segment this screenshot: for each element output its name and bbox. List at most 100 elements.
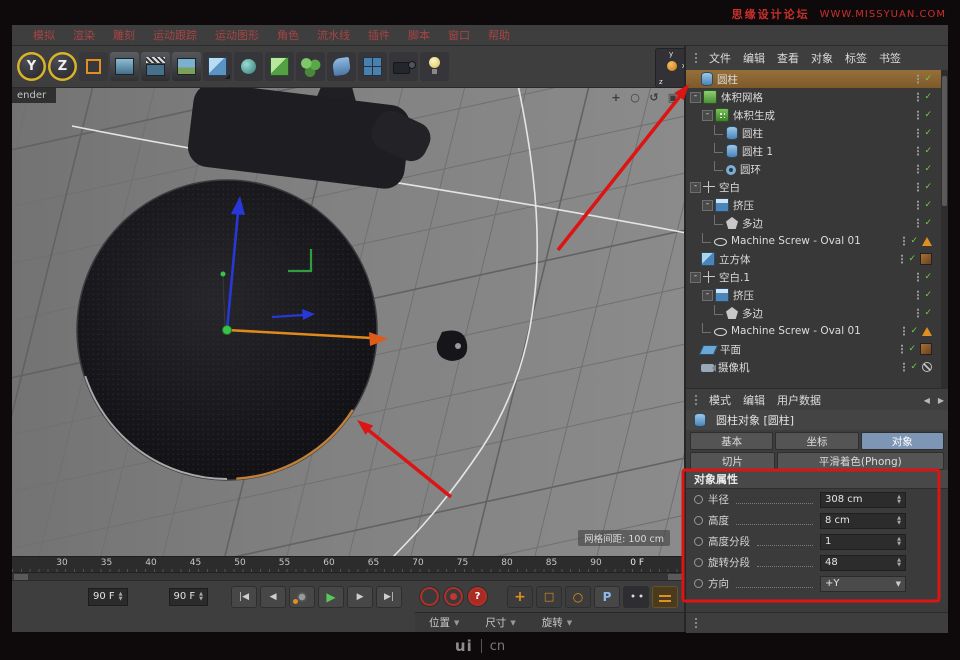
coordinate-group[interactable]: 尺寸▼ [485,615,515,630]
enabled-check-icon[interactable]: ✓ [924,128,932,138]
enabled-check-icon[interactable]: ✓ [910,326,918,336]
panel-grip-icon[interactable] [694,394,699,407]
om-menu-item[interactable]: 查看 [771,50,805,66]
timeline-ruler[interactable]: 0 F 30354045505560657075808590 [12,556,684,573]
enabled-check-icon[interactable]: ✓ [924,164,932,174]
expand-toggle-icon[interactable]: - [702,290,713,301]
frame-start-field[interactable]: 90 F ▲▼ [88,588,128,606]
attribute-tab[interactable]: 基本 [690,432,773,450]
step-down-icon[interactable]: ▼ [897,542,901,546]
menubar-item[interactable]: 插件 [359,27,399,43]
anim-toggle-icon[interactable] [694,558,703,567]
panel-grip-icon[interactable] [694,617,699,630]
object-row[interactable]: 圆柱✓ [686,70,948,88]
history-forward-icon[interactable]: ▶ [934,396,948,405]
scale-tool-icon[interactable] [79,52,108,81]
pan-view-icon[interactable]: + [609,90,623,104]
help-record-button[interactable]: ? [467,586,488,607]
volume-icon[interactable] [296,52,325,81]
light-icon[interactable] [420,52,449,81]
stepper-icon[interactable]: ▲▼ [897,537,901,545]
object-row[interactable]: 摄像机✓ [686,358,948,376]
layer-dots-icon[interactable] [915,92,919,102]
object-row[interactable]: -空白.1✓ [686,268,948,286]
menubar-item[interactable]: 雕刻 [104,27,144,43]
property-dropdown[interactable]: +Y▼ [820,576,906,592]
enabled-check-icon[interactable]: ✓ [924,290,932,300]
object-row[interactable]: 平面✓ [686,340,948,358]
object-row[interactable]: -体积网格✓ [686,88,948,106]
mograph-icon[interactable] [265,52,294,81]
step-down-icon[interactable]: ▼ [897,500,901,504]
object-row[interactable]: 多边✓ [686,214,948,232]
property-input[interactable]: 1▲▼ [820,534,906,550]
render-settings-icon[interactable] [141,52,170,81]
layer-dots-icon[interactable] [901,326,905,336]
am-menu-item[interactable]: 模式 [703,392,737,408]
enabled-check-icon[interactable]: ✓ [924,308,932,318]
enabled-check-icon[interactable]: ✓ [908,254,916,264]
expand-toggle-icon[interactable]: - [702,110,713,121]
attribute-tab[interactable]: 切片 [690,452,775,470]
stepper-icon[interactable]: ▲▼ [897,516,901,524]
redo-z-icon[interactable]: Z [48,52,77,81]
attribute-tab[interactable]: 坐标 [775,432,858,450]
object-row[interactable]: Machine Screw - Oval 01✓ [686,322,948,340]
keyframe-gear-button[interactable] [289,586,315,608]
scene-camera-icon[interactable] [389,52,418,81]
enabled-check-icon[interactable]: ✓ [924,110,932,120]
object-row[interactable]: -空白✓ [686,178,948,196]
step-down-icon[interactable]: ▼ [897,521,901,525]
viewport-tab[interactable]: ender [12,88,56,103]
enabled-check-icon[interactable]: ✓ [910,236,918,246]
enabled-check-icon[interactable]: ✓ [908,344,916,354]
om-menu-item[interactable]: 对象 [805,50,839,66]
disabled-icon[interactable] [922,362,932,372]
object-row[interactable]: -挤压✓ [686,286,948,304]
enabled-check-icon[interactable]: ✓ [924,218,932,228]
play-button[interactable]: ▶ [318,586,344,608]
autokey-button[interactable] [443,586,464,607]
enabled-check-icon[interactable]: ✓ [924,92,932,102]
next-frame-button[interactable]: ▶ [347,586,373,608]
rotate-view-icon[interactable]: ↺ [647,90,661,104]
stepper-icon[interactable]: ▲▼ [199,592,203,600]
attribute-tab[interactable]: 对象 [861,432,944,450]
menubar-item[interactable]: 窗口 [439,27,479,43]
layer-dots-icon[interactable] [915,182,919,192]
object-row[interactable]: 圆环✓ [686,160,948,178]
render-view-icon[interactable] [110,52,139,81]
layer-dots-icon[interactable] [915,272,919,282]
menubar-item[interactable]: 渲染 [64,27,104,43]
om-menu-item[interactable]: 书签 [873,50,907,66]
anim-toggle-icon[interactable] [694,516,703,525]
stepper-icon[interactable]: ▲▼ [119,592,123,600]
goto-end-button[interactable]: ▶| [376,586,402,608]
am-menu-item[interactable]: 用户数据 [771,392,827,408]
enabled-check-icon[interactable]: ✓ [924,146,932,156]
enabled-check-icon[interactable]: ✓ [924,182,932,192]
menubar-item[interactable]: 帮助 [479,27,519,43]
coordinate-group[interactable]: 旋转▼ [542,615,572,630]
step-down-icon[interactable]: ▼ [897,563,901,567]
layer-list-button[interactable] [652,586,678,608]
enabled-check-icon[interactable]: ✓ [924,272,932,282]
scrollbar-thumb[interactable] [942,76,947,206]
spline-pen-icon[interactable] [234,52,263,81]
property-input[interactable]: 308 cm▲▼ [820,492,906,508]
object-row[interactable]: 圆柱✓ [686,124,948,142]
layer-dots-icon[interactable] [915,74,919,84]
enabled-check-icon[interactable]: ✓ [924,200,932,210]
layer-dots-icon[interactable] [915,200,919,210]
object-row[interactable]: 立方体✓ [686,250,948,268]
om-menu-item[interactable]: 编辑 [737,50,771,66]
layer-dots-icon[interactable] [899,254,903,264]
viewport-canvas[interactable]: ender +○↺▣ 网格间距: 100 cm [12,88,684,556]
menubar-item[interactable]: 运动跟踪 [144,27,206,43]
small-blob-object[interactable] [437,331,467,362]
property-input[interactable]: 48▲▼ [820,555,906,571]
layer-dots-icon[interactable] [915,110,919,120]
deformer-icon[interactable] [327,52,356,81]
am-menu-item[interactable]: 编辑 [737,392,771,408]
coordinate-group[interactable]: 位置▼ [429,615,459,630]
